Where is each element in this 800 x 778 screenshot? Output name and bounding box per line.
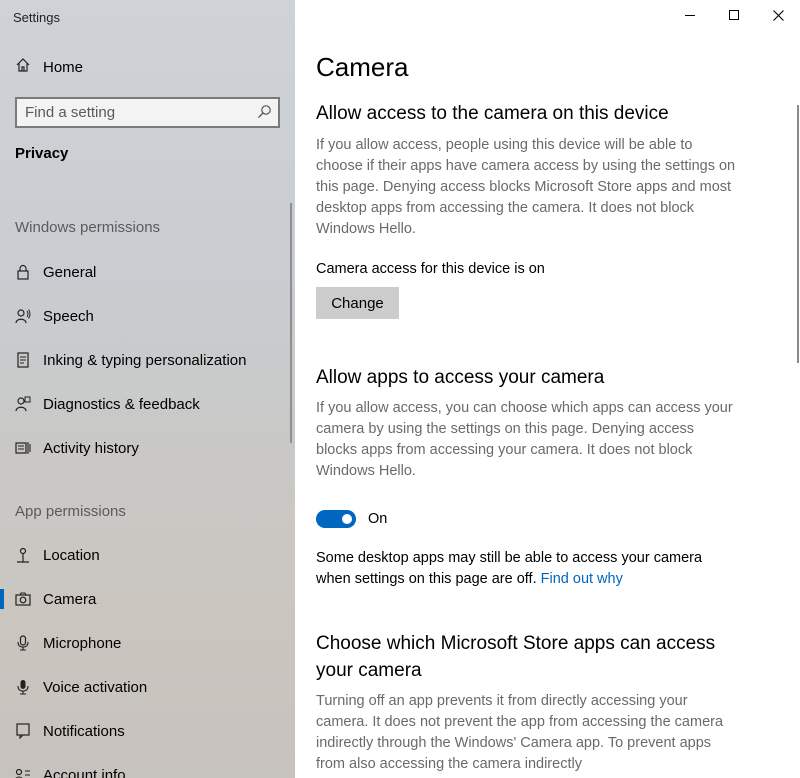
lock-icon (15, 263, 31, 281)
sidebar-item-label: Voice activation (43, 678, 148, 696)
store-apps-description: Turning off an app prevents it from dire… (316, 693, 724, 772)
sidebar-item-location[interactable]: Location (0, 539, 295, 571)
sidebar-item-label: Speech (43, 307, 94, 325)
voice-activation-icon (15, 678, 31, 696)
notifications-icon (15, 722, 31, 740)
windows-permissions-header: Windows permissions (15, 219, 161, 236)
toggle-knob (342, 514, 352, 524)
device-access-status: Camera access for this device is on (316, 261, 545, 277)
minimize-icon (685, 15, 695, 16)
diagnostics-icon (15, 395, 31, 413)
sidebar-item-label: Activity history (43, 439, 139, 457)
sidebar-item-microphone[interactable]: Microphone (0, 627, 295, 659)
sidebar-item-label: General (43, 263, 97, 281)
toggle-state-label: On (368, 511, 388, 527)
camera-icon (15, 590, 31, 608)
close-button[interactable] (756, 0, 800, 30)
sidebar-item-label: Microphone (43, 634, 122, 652)
maximize-button[interactable] (712, 0, 756, 30)
device-access-heading: Allow access to the camera on this devic… (316, 103, 669, 124)
desktop-apps-note-text: Some desktop apps may still be able to a… (316, 550, 703, 587)
find-out-why-link[interactable]: Find out why (541, 571, 623, 587)
desktop-apps-note: Some desktop apps may still be able to a… (316, 548, 736, 590)
sidebar-item-inking[interactable]: Inking & typing personalization (0, 344, 295, 376)
apps-access-heading: Allow apps to access your camera (316, 367, 605, 388)
app-permissions-header: App permissions (15, 503, 126, 520)
search-icon[interactable] (257, 104, 272, 124)
sidebar-item-camera[interactable]: Camera (0, 583, 295, 615)
close-icon (772, 9, 784, 21)
main-scrollbar[interactable] (797, 105, 799, 363)
sidebar-item-label: Account info (43, 766, 126, 778)
maximize-icon (729, 10, 739, 20)
sidebar-item-label: Notifications (43, 722, 125, 740)
account-info-icon (15, 766, 31, 778)
sidebar-item-voice-activation[interactable]: Voice activation (0, 671, 295, 703)
sidebar-item-label: Inking & typing personalization (43, 351, 247, 369)
main-content: Camera Allow access to the camera on thi… (295, 0, 800, 778)
inking-icon (15, 351, 31, 369)
store-apps-heading: Choose which Microsoft Store apps can ac… (316, 633, 716, 681)
apps-access-description: If you allow access, you can choose whic… (316, 400, 733, 479)
location-icon (15, 546, 31, 564)
sidebar-item-label: Camera (43, 590, 97, 608)
sidebar: Settings Home Privacy Windows permission… (0, 0, 295, 778)
microphone-icon (15, 634, 31, 652)
sidebar-item-label: Diagnostics & feedback (43, 395, 200, 413)
search-box[interactable] (15, 97, 280, 128)
home-nav-item[interactable]: Home (15, 55, 83, 79)
home-label: Home (43, 58, 84, 76)
search-input[interactable] (17, 99, 255, 126)
sidebar-item-notifications[interactable]: Notifications (0, 715, 295, 747)
sidebar-item-diagnostics[interactable]: Diagnostics & feedback (0, 388, 295, 420)
page-title: Camera (316, 52, 409, 82)
sidebar-item-speech[interactable]: Speech (0, 300, 295, 332)
sidebar-item-label: Location (43, 546, 100, 564)
speech-icon (15, 307, 31, 325)
change-button[interactable]: Change (316, 287, 399, 319)
home-icon (15, 57, 31, 77)
sidebar-scrollbar[interactable] (290, 203, 292, 443)
window-controls (668, 0, 800, 30)
apps-access-toggle[interactable] (316, 510, 356, 528)
category-title: Privacy (15, 145, 69, 162)
sidebar-item-general[interactable]: General (0, 256, 295, 288)
sidebar-item-activity-history[interactable]: Activity history (0, 432, 295, 464)
sidebar-item-account-info[interactable]: Account info (0, 759, 295, 778)
window-title: Settings (13, 10, 60, 25)
activity-icon (15, 439, 31, 457)
minimize-button[interactable] (668, 0, 712, 30)
device-access-description: If you allow access, people using this d… (316, 137, 736, 237)
